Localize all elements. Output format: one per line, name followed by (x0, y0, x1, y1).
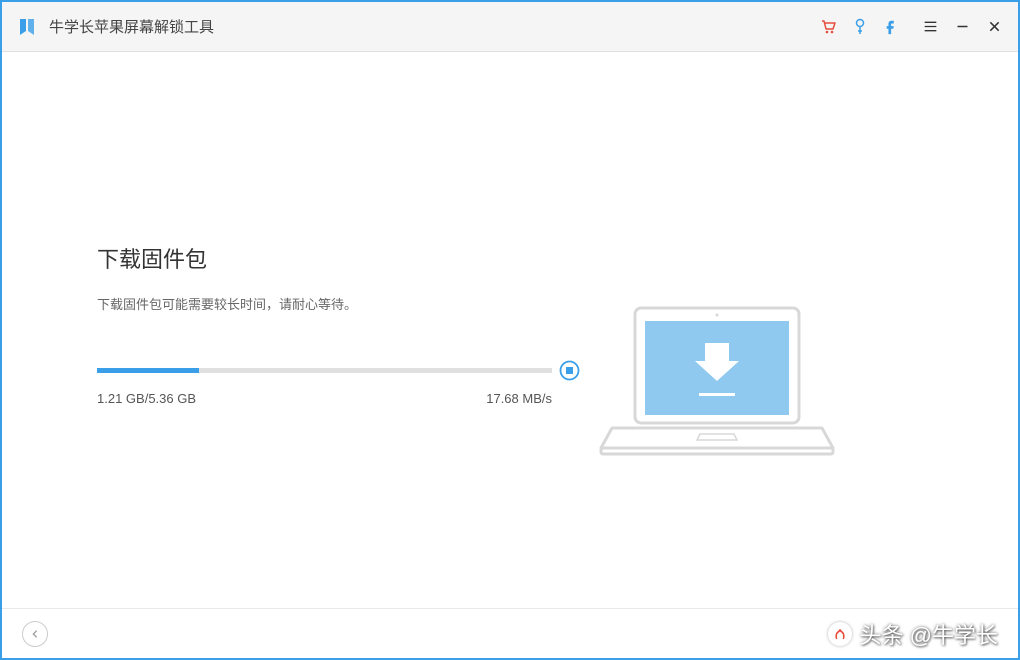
back-button[interactable] (22, 621, 48, 647)
page-heading: 下载固件包 (97, 242, 577, 274)
window-controls (921, 18, 1003, 36)
progress-info: 1.21 GB/5.36 GB 17.68 MB/s (97, 391, 552, 406)
stop-button[interactable] (559, 360, 580, 381)
page-subtext: 下载固件包可能需要较长时间，请耐心等待。 (97, 294, 577, 313)
progress-bar (97, 368, 552, 373)
download-info-section: 下载固件包 下载固件包可能需要较长时间，请耐心等待。 1.21 GB/5.36 … (97, 112, 577, 608)
menu-icon[interactable] (921, 18, 939, 36)
titlebar-actions (819, 18, 1003, 36)
close-icon[interactable] (985, 18, 1003, 36)
progress-container: 1.21 GB/5.36 GB 17.68 MB/s (97, 368, 552, 406)
watermark-text: 头条 @牛学长 (860, 618, 998, 650)
minimize-icon[interactable] (953, 18, 971, 36)
watermark-logo-icon (828, 622, 852, 646)
app-window: 牛学长苹果屏幕解锁工具 (0, 0, 1020, 660)
titlebar: 牛学长苹果屏幕解锁工具 (2, 2, 1018, 52)
app-title: 牛学长苹果屏幕解锁工具 (49, 16, 214, 37)
key-icon[interactable] (851, 18, 869, 36)
watermark: 头条 @牛学长 (828, 618, 998, 650)
illustration-section (577, 112, 877, 608)
laptop-download-icon (597, 293, 837, 478)
progress-fill (97, 368, 199, 373)
app-logo-icon (17, 17, 37, 37)
cart-icon[interactable] (819, 18, 837, 36)
facebook-icon[interactable] (883, 18, 901, 36)
main-content: 下载固件包 下载固件包可能需要较长时间，请耐心等待。 1.21 GB/5.36 … (2, 52, 1018, 608)
progress-size: 1.21 GB/5.36 GB (97, 391, 196, 406)
progress-speed: 17.68 MB/s (486, 391, 552, 406)
